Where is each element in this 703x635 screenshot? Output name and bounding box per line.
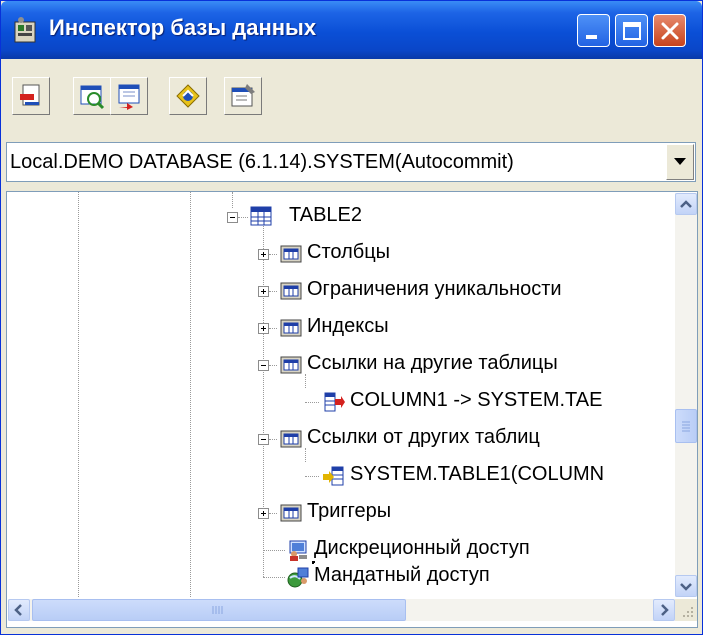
table-relations-button[interactable] bbox=[110, 77, 148, 115]
collapse-toggle[interactable] bbox=[258, 360, 269, 371]
connection-select[interactable]: Local.DEMO DATABASE (6.1.14).SYSTEM(Auto… bbox=[6, 142, 696, 182]
resize-grip[interactable] bbox=[675, 599, 697, 621]
tree-connector bbox=[269, 439, 277, 440]
close-button[interactable] bbox=[653, 14, 686, 47]
filter-tables-button[interactable] bbox=[73, 77, 111, 115]
tree-item-label[interactable]: Триггеры bbox=[307, 500, 391, 523]
tree-guide-line bbox=[232, 192, 233, 208]
tree-connector bbox=[263, 550, 285, 551]
folder-icon bbox=[280, 504, 302, 522]
expand-toggle[interactable] bbox=[258, 249, 269, 260]
properties-icon bbox=[231, 84, 255, 107]
discretionary-access-icon bbox=[289, 540, 307, 561]
table-filter-icon bbox=[80, 85, 105, 110]
tree-connector bbox=[263, 577, 285, 578]
tree-guide-line bbox=[190, 192, 191, 597]
tree-item-label[interactable]: Ссылки от других таблиц bbox=[307, 426, 540, 449]
window-title: Инспектор базы данных bbox=[49, 15, 317, 40]
tree-item-label[interactable]: Столбцы bbox=[307, 241, 390, 264]
folder-icon bbox=[280, 282, 302, 300]
table-icon bbox=[250, 206, 272, 226]
database-inspector-window: Инспектор базы данных Local.DEMO DATABAS… bbox=[0, 0, 703, 635]
folder-icon bbox=[280, 319, 302, 337]
scroll-right-button[interactable] bbox=[653, 599, 675, 621]
tree-connector bbox=[269, 513, 277, 514]
folder-icon bbox=[280, 356, 302, 374]
mandatory-access-icon bbox=[287, 567, 309, 588]
tree-item-label[interactable]: Дискреционный доступ bbox=[314, 537, 530, 560]
tree-item-label[interactable]: Ограничения уникальности bbox=[307, 278, 562, 301]
toolbar bbox=[1, 59, 702, 137]
tree-connector bbox=[305, 402, 319, 403]
expand-toggle[interactable] bbox=[258, 323, 269, 334]
expand-toggle[interactable] bbox=[258, 286, 269, 297]
foreign-key-icon bbox=[324, 392, 345, 412]
folder-icon bbox=[280, 430, 302, 448]
collapse-toggle[interactable] bbox=[227, 212, 238, 223]
grip-lines-icon bbox=[212, 606, 223, 614]
synchronize-button[interactable] bbox=[169, 77, 207, 115]
properties-button[interactable] bbox=[224, 77, 262, 115]
tree-item-label[interactable]: COLUMN1 -> SYSTEM.TAE bbox=[350, 389, 602, 412]
tree-item-label[interactable]: Мандатный доступ bbox=[314, 564, 490, 587]
database-tree[interactable]: TABLE2 Столбцы Ограничения уникальности bbox=[6, 191, 698, 628]
maximize-button[interactable] bbox=[615, 14, 648, 47]
chevron-down-icon bbox=[674, 158, 686, 165]
refresh-button[interactable] bbox=[12, 77, 50, 115]
tree-guide-line bbox=[305, 448, 306, 462]
vertical-scrollbar[interactable] bbox=[675, 193, 697, 597]
connection-select-value: Local.DEMO DATABASE (6.1.14).SYSTEM(Auto… bbox=[10, 151, 514, 173]
resize-grip-icon bbox=[683, 607, 693, 617]
tree-guide-line bbox=[78, 192, 79, 597]
chevron-down-icon bbox=[680, 583, 692, 591]
tree-connector bbox=[269, 365, 277, 366]
scroll-up-button[interactable] bbox=[675, 193, 697, 215]
tree-connector bbox=[269, 291, 277, 292]
database-inspector-icon bbox=[14, 17, 36, 43]
close-icon bbox=[661, 22, 679, 40]
minimize-icon bbox=[586, 35, 597, 39]
tree-connector bbox=[305, 476, 319, 477]
tree-item-label[interactable]: Индексы bbox=[307, 315, 389, 338]
collapse-toggle[interactable] bbox=[258, 434, 269, 445]
horizontal-scrollbar[interactable] bbox=[8, 599, 675, 621]
table-arrow-icon bbox=[118, 84, 140, 110]
tree-connector bbox=[269, 254, 277, 255]
sync-icon bbox=[176, 84, 200, 108]
scroll-down-button[interactable] bbox=[675, 575, 697, 597]
expand-toggle[interactable] bbox=[258, 508, 269, 519]
tree-guide-line bbox=[305, 374, 306, 388]
chevron-up-icon bbox=[680, 200, 692, 208]
tree-guide-line bbox=[263, 226, 264, 577]
connection-dropdown-button[interactable] bbox=[666, 144, 694, 180]
tree-connector bbox=[269, 328, 277, 329]
refresh-icon bbox=[20, 84, 40, 106]
vertical-scroll-thumb[interactable] bbox=[675, 409, 697, 443]
focus-indicator bbox=[312, 561, 314, 563]
minimize-button[interactable] bbox=[577, 14, 610, 47]
grip-lines-icon bbox=[682, 421, 690, 432]
horizontal-scroll-thumb[interactable] bbox=[32, 599, 406, 621]
scroll-left-button[interactable] bbox=[8, 599, 30, 621]
reference-icon bbox=[323, 466, 344, 486]
tree-item-label[interactable]: TABLE2 bbox=[289, 204, 362, 227]
maximize-icon bbox=[623, 22, 641, 40]
chevron-left-icon bbox=[14, 604, 22, 616]
tree-item-label[interactable]: Ссылки на другие таблицы bbox=[307, 352, 558, 375]
folder-icon bbox=[280, 245, 302, 263]
tree-connector bbox=[238, 217, 248, 218]
title-bar[interactable]: Инспектор базы данных bbox=[1, 1, 702, 59]
chevron-right-icon bbox=[661, 604, 669, 616]
tree-item-label[interactable]: SYSTEM.TABLE1(COLUMN bbox=[350, 463, 604, 486]
